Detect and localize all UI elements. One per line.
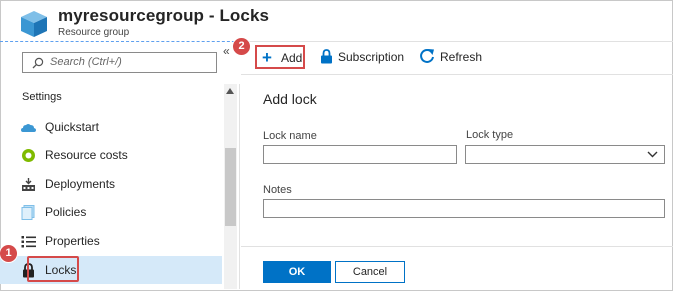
sidebar-section-heading: Settings <box>22 91 62 103</box>
toolbar-divider <box>241 74 673 75</box>
policies-icon <box>21 205 35 220</box>
cloud-icon <box>21 124 36 132</box>
sidebar-item-label: Quickstart <box>45 120 100 134</box>
notes-label: Notes <box>263 184 292 196</box>
subscription-button-label: Subscription <box>338 50 405 64</box>
sidebar-item-quickstart[interactable]: Quickstart <box>0 113 222 141</box>
plus-icon: + <box>262 48 272 67</box>
header-divider <box>245 41 673 42</box>
add-button[interactable]: + Add <box>255 45 305 69</box>
locks-callout-highlight <box>27 256 79 282</box>
page-subtitle: Resource group <box>58 27 130 38</box>
sidebar-item-label: Deployments <box>45 177 116 191</box>
cube-icon <box>21 11 47 37</box>
ok-button[interactable]: OK <box>263 261 331 283</box>
search-placeholder: Search (Ctrl+/) <box>50 56 122 68</box>
lock-type-select[interactable] <box>465 145 665 164</box>
collapse-sidebar-button[interactable]: « <box>223 44 230 58</box>
header-focus-border <box>0 41 245 42</box>
cost-icon <box>22 149 35 162</box>
sidebar-item-properties[interactable]: Properties <box>0 227 222 255</box>
deployments-icon <box>22 178 35 191</box>
callout-badge-2: 2 <box>232 37 251 56</box>
sidebar-item-label: Resource costs <box>45 148 128 162</box>
sidebar-divider <box>239 84 240 289</box>
add-button-label: Add <box>281 51 303 65</box>
sidebar-item-policies[interactable]: Policies <box>0 198 222 226</box>
refresh-icon <box>420 48 434 63</box>
form-footer-divider <box>241 246 673 247</box>
scroll-up-arrow-icon[interactable] <box>226 88 234 94</box>
refresh-button-label: Refresh <box>440 50 483 64</box>
sidebar-item-resource-costs[interactable]: Resource costs <box>0 141 222 169</box>
search-icon <box>32 57 44 69</box>
cancel-button[interactable]: Cancel <box>335 261 405 283</box>
notes-input[interactable] <box>263 199 665 218</box>
properties-icon <box>21 236 36 248</box>
chevron-down-icon <box>647 151 658 158</box>
sidebar-item-label: Properties <box>45 234 100 248</box>
lock-name-input[interactable] <box>263 145 457 164</box>
lock-icon <box>321 49 332 64</box>
lock-name-label: Lock name <box>263 130 317 142</box>
form-title: Add lock <box>263 91 317 107</box>
page-title: myresourcegroup - Locks <box>58 6 270 25</box>
subscription-button[interactable]: Subscription <box>320 47 410 69</box>
lock-type-label: Lock type <box>466 129 514 141</box>
sidebar-item-deployments[interactable]: Deployments <box>0 170 222 198</box>
sidebar-item-label: Policies <box>45 205 87 219</box>
refresh-button[interactable]: Refresh <box>419 47 489 69</box>
search-input[interactable]: Search (Ctrl+/) <box>22 52 217 73</box>
sidebar-scrollbar-thumb[interactable] <box>225 148 236 226</box>
